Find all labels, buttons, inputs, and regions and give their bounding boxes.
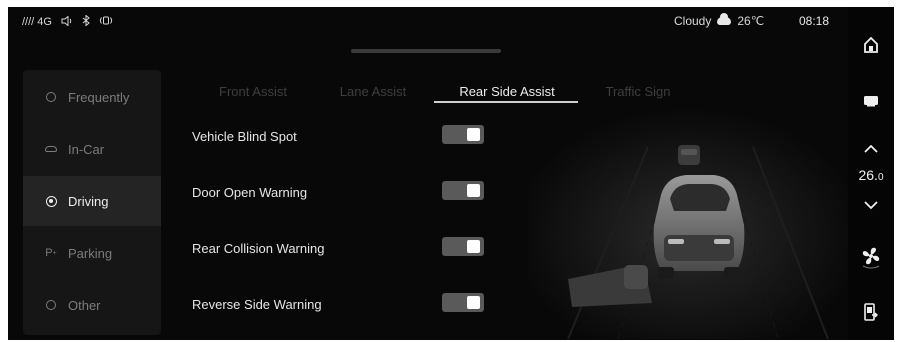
volume-icon	[61, 14, 73, 29]
tab-traffic-sign[interactable]: Traffic Sign	[598, 84, 678, 99]
more-circle-icon	[45, 299, 57, 311]
setting-label-reverse-side-warning: Reverse Side Warning	[192, 297, 322, 312]
toggle-knob	[467, 128, 480, 141]
exit-door-icon[interactable]	[848, 299, 894, 325]
status-bar-left: //// 4G	[22, 14, 113, 29]
sidebar-item-frequently[interactable]: Frequently	[23, 72, 161, 122]
screen-icon[interactable]	[848, 89, 894, 113]
sidebar-item-label: Frequently	[68, 89, 130, 105]
sidebar-item-label: Other	[68, 297, 101, 313]
vehicle-blind-spot-toggle[interactable]	[442, 125, 484, 144]
clock: 08:18	[799, 14, 830, 28]
sidebar-item-label: In-Car	[68, 141, 105, 157]
ac-temperature-value: 26.	[858, 167, 878, 183]
setting-label-vehicle-blind-spot: Vehicle Blind Spot	[192, 129, 297, 144]
sidebar-item-label: Driving	[68, 193, 109, 209]
gear-ring-icon	[45, 91, 57, 103]
sidebar-item-driving[interactable]: Driving	[23, 176, 161, 226]
chevron-up-icon[interactable]	[848, 139, 894, 159]
sidebar-item-label: Parking	[68, 245, 113, 261]
sidebar-item-other[interactable]: Other	[23, 280, 161, 330]
active-tab-indicator	[434, 101, 578, 103]
weather-label: Cloudy	[674, 14, 712, 28]
steering-wheel-icon	[45, 195, 57, 207]
home-icon[interactable]	[848, 33, 894, 57]
right-control-rail: 26.0	[848, 7, 894, 340]
chevron-down-icon[interactable]	[848, 195, 894, 215]
toggle-knob	[467, 240, 480, 253]
door-open-warning-toggle[interactable]	[442, 181, 484, 200]
sidebar-item-parking[interactable]: P + Parking	[23, 228, 161, 278]
weather-widget: Cloudy 26℃	[674, 13, 765, 28]
signal-strength: //// 4G	[22, 16, 52, 28]
status-bar: //// 4G Cloudy 26℃ 08:18	[8, 7, 848, 37]
sidebar-item-in-car[interactable]: In-Car	[23, 124, 161, 174]
toggle-knob	[467, 184, 480, 197]
car-outline-icon	[45, 143, 57, 155]
sidebar-menu: Frequently In-Car Driving P + Parking Oth…	[23, 70, 161, 335]
wireless-icon	[99, 15, 113, 29]
tab-lane-assist[interactable]: Lane Assist	[333, 84, 413, 99]
ac-temperature-display: 26.0	[848, 167, 894, 183]
outside-temperature: 26℃	[737, 14, 765, 28]
reverse-side-warning-toggle[interactable]	[442, 293, 484, 312]
rear-side-assist-illustration	[528, 107, 848, 340]
drag-handle[interactable]	[351, 49, 501, 53]
setting-label-rear-collision-warning: Rear Collision Warning	[192, 241, 325, 256]
toggle-knob	[467, 296, 480, 309]
cloud-icon	[717, 13, 732, 25]
car-display-screen: //// 4G Cloudy 26℃ 08:18 Frequently In-C…	[8, 7, 894, 340]
tab-front-assist[interactable]: Front Assist	[213, 84, 293, 99]
tab-rear-side-assist[interactable]: Rear Side Assist	[442, 84, 572, 99]
bluetooth-icon	[82, 14, 90, 29]
setting-label-door-open-warning: Door Open Warning	[192, 185, 308, 200]
parking-icon: P +	[45, 247, 57, 259]
fan-icon[interactable]	[848, 243, 894, 271]
ac-temperature-decimal: 0	[877, 172, 884, 183]
rear-collision-warning-toggle[interactable]	[442, 237, 484, 256]
